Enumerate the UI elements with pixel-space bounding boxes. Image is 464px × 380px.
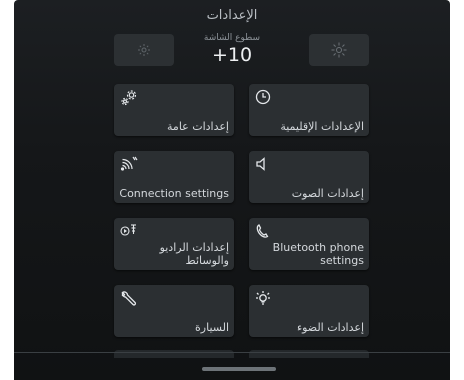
tile-label: Connection settings	[119, 187, 229, 200]
tile-light-settings[interactable]: إعدادات الضوء	[249, 285, 369, 337]
light-icon	[255, 290, 271, 306]
tile-label: Bluetooth phone settings	[272, 241, 364, 267]
tile-bluetooth-phone-settings[interactable]: Bluetooth phone settings	[249, 218, 369, 270]
page-title: الإعدادات	[206, 8, 258, 23]
connection-icon	[120, 156, 138, 172]
wrench-icon	[120, 290, 137, 306]
settings-screen: الإعدادات سطوع الشاشة +10 إعدادات عامة ا…	[14, 0, 450, 380]
tile-vehicle[interactable]: السيارة	[114, 285, 234, 337]
tile-label: إعدادات عامة	[167, 120, 229, 133]
tile-label: إعدادات الصوت	[291, 187, 364, 200]
sun-bright-icon	[331, 42, 347, 58]
gears-icon	[120, 89, 137, 106]
tile-general-settings[interactable]: إعدادات عامة	[114, 84, 234, 136]
tile-label: إعدادات الضوء	[296, 321, 364, 334]
speaker-icon	[255, 156, 271, 172]
scroll-handle[interactable]	[202, 367, 276, 371]
tile-connection-settings[interactable]: Connection settings	[114, 151, 234, 203]
brightness-label: سطوع الشاشة	[203, 33, 261, 43]
tile-label: السيارة	[195, 321, 229, 334]
brightness-value: +10	[211, 44, 253, 66]
brightness-increase-button[interactable]	[309, 34, 369, 66]
divider	[14, 352, 450, 353]
tile-label: إعدادات الراديو والوسائط	[159, 241, 229, 267]
tile-regional-settings[interactable]: الإعدادات الإقليمية	[249, 84, 369, 136]
phone-icon	[255, 223, 271, 239]
tile-sound-settings[interactable]: إعدادات الصوت	[249, 151, 369, 203]
clock-icon	[255, 89, 271, 105]
tile-radio-media-settings[interactable]: إعدادات الراديو والوسائط	[114, 218, 234, 270]
tile-label: الإعدادات الإقليمية	[280, 120, 364, 133]
radio-media-icon	[120, 223, 136, 239]
